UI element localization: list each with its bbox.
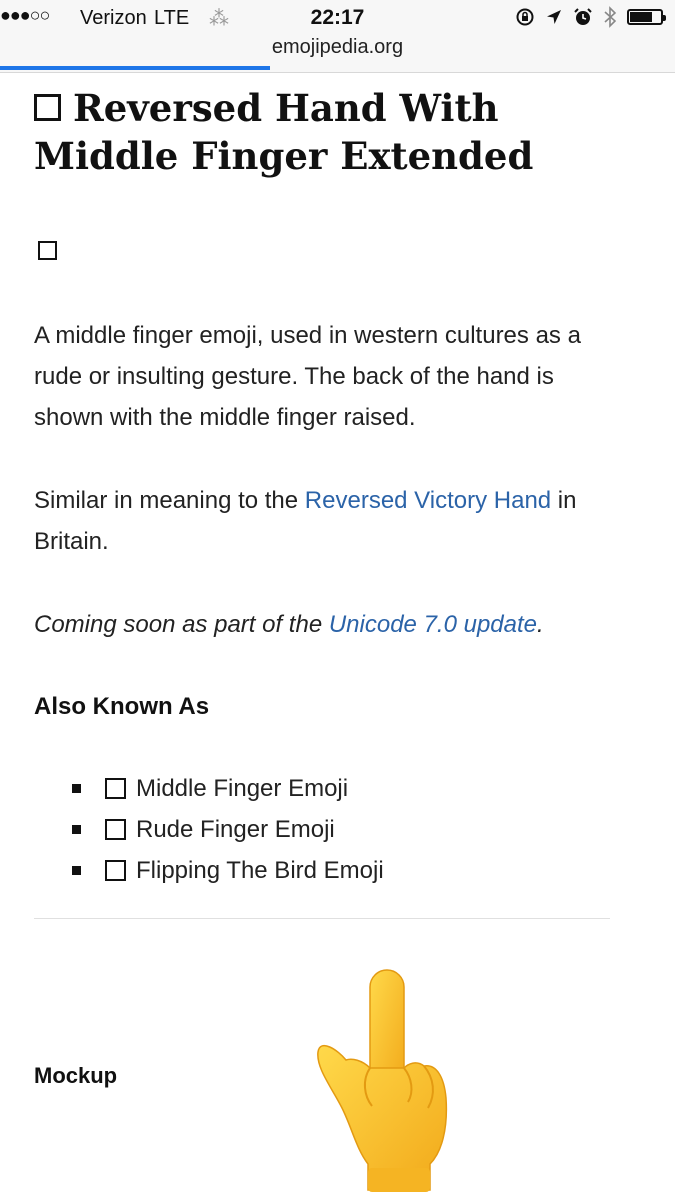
bullet-icon bbox=[72, 866, 81, 875]
alarm-icon bbox=[574, 8, 592, 25]
page-load-progress bbox=[0, 66, 675, 70]
also-known-as-heading: Also Known As bbox=[34, 693, 210, 720]
location-arrow-icon bbox=[547, 10, 561, 24]
reversed-victory-hand-link[interactable]: Reversed Victory Hand bbox=[305, 487, 551, 514]
status-icons bbox=[515, 6, 666, 28]
unicode-update-link[interactable]: Unicode 7.0 update bbox=[329, 611, 537, 638]
missing-glyph-icon bbox=[105, 778, 126, 799]
bullet-icon bbox=[72, 784, 81, 793]
article: Reversed Hand With Middle Finger Extende… bbox=[34, 84, 614, 1192]
missing-glyph-icon bbox=[105, 819, 126, 840]
battery-level bbox=[630, 12, 653, 22]
list-item: Middle Finger Emoji bbox=[72, 768, 384, 809]
page-title: Reversed Hand With Middle Finger Extende… bbox=[34, 86, 534, 178]
list-item: Flipping The Bird Emoji bbox=[72, 850, 384, 891]
coming-soon-text: Coming soon as part of the Unicode 7.0 u… bbox=[34, 611, 544, 638]
aka-list: Middle Finger Emoji Rude Finger Emoji Fl… bbox=[72, 768, 384, 891]
status-bar: ●●●○○ Verizon LTE ⁂ 22:17 bbox=[0, 0, 675, 36]
missing-glyph-icon bbox=[34, 94, 61, 121]
middle-finger-emoji-icon bbox=[317, 969, 448, 1192]
battery-icon bbox=[627, 9, 666, 25]
progress-fill bbox=[0, 66, 270, 70]
missing-glyph-icon bbox=[105, 860, 126, 881]
bullet-icon bbox=[72, 825, 81, 834]
similar-meaning-text: Similar in meaning to the Reversed Victo… bbox=[34, 487, 577, 555]
section-divider bbox=[34, 918, 610, 919]
rotation-lock-icon bbox=[516, 8, 534, 26]
url-bar[interactable]: emojipedia.org bbox=[0, 36, 675, 59]
emoji-glyph-icon bbox=[38, 241, 57, 260]
emoji-description: A middle finger emoji, used in western c… bbox=[34, 322, 581, 431]
mockup-label: Mockup bbox=[34, 1063, 118, 1088]
browser-top-bar: ●●●○○ Verizon LTE ⁂ 22:17 emojipedia.org bbox=[0, 0, 675, 73]
list-item: Rude Finger Emoji bbox=[72, 809, 384, 850]
bluetooth-icon bbox=[604, 6, 617, 28]
